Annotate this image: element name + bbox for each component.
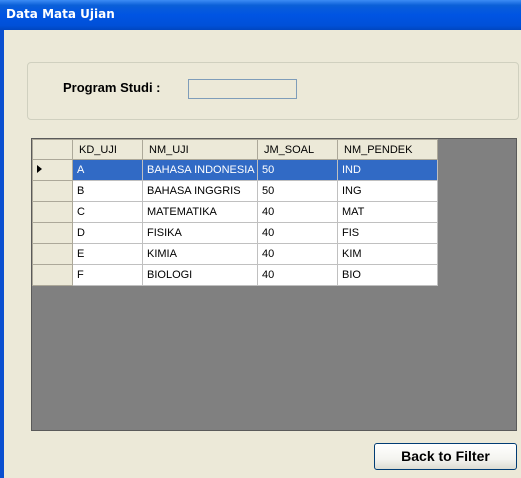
row-selector[interactable] — [32, 180, 73, 202]
table-cell[interactable]: FISIKA — [142, 222, 258, 244]
table-cell[interactable]: KIM — [337, 243, 438, 265]
row-selector[interactable] — [32, 201, 73, 223]
column-header[interactable]: NM_PENDEK — [337, 139, 438, 160]
table-cell[interactable]: 40 — [257, 264, 338, 286]
table-cell[interactable]: E — [72, 243, 143, 265]
table-cell[interactable]: FIS — [337, 222, 438, 244]
row-selector[interactable] — [32, 264, 73, 286]
table-row[interactable]: E KIMIA 40 KIM — [32, 243, 438, 265]
table-cell[interactable]: C — [72, 201, 143, 223]
table-cell[interactable]: MAT — [337, 201, 438, 223]
table-cell[interactable]: BIO — [337, 264, 438, 286]
program-studi-label: Program Studi : — [63, 80, 161, 95]
table-cell[interactable]: BIOLOGI — [142, 264, 258, 286]
table-row[interactable]: C MATEMATIKA 40 MAT — [32, 201, 438, 223]
table-row[interactable]: D FISIKA 40 FIS — [32, 222, 438, 244]
table-cell[interactable]: F — [72, 264, 143, 286]
table-cell[interactable]: BAHASA INDONESIA — [142, 159, 258, 181]
table-cell[interactable]: MATEMATIKA — [142, 201, 258, 223]
table-cell[interactable]: B — [72, 180, 143, 202]
table-cell[interactable]: KIMIA — [142, 243, 258, 265]
title-bar[interactable]: Data Mata Ujian — [0, 0, 521, 30]
column-header[interactable]: NM_UJI — [142, 139, 258, 160]
table-row[interactable]: F BIOLOGI 40 BIO — [32, 264, 438, 286]
row-selector[interactable] — [32, 243, 73, 265]
column-header[interactable]: JM_SOAL — [257, 139, 338, 160]
table-cell[interactable]: 50 — [257, 180, 338, 202]
table-cell[interactable]: 40 — [257, 243, 338, 265]
row-selector[interactable] — [32, 159, 73, 181]
column-header[interactable]: KD_UJI — [72, 139, 143, 160]
current-row-arrow-icon — [37, 165, 42, 173]
table-cell[interactable]: D — [72, 222, 143, 244]
data-grid[interactable]: KD_UJI NM_UJI JM_SOAL NM_PENDEK A BAHASA… — [31, 138, 517, 431]
row-header-corner — [32, 139, 73, 160]
window-left-border — [0, 30, 4, 478]
back-to-filter-button[interactable]: Back to Filter — [374, 443, 517, 470]
header-row: KD_UJI NM_UJI JM_SOAL NM_PENDEK — [32, 139, 438, 160]
window: Data Mata Ujian Program Studi : KD_UJI N… — [0, 0, 521, 478]
data-table: KD_UJI NM_UJI JM_SOAL NM_PENDEK A BAHASA… — [32, 139, 438, 286]
table-cell[interactable]: A — [72, 159, 143, 181]
table-cell[interactable]: IND — [337, 159, 438, 181]
row-selector[interactable] — [32, 222, 73, 244]
table-cell[interactable]: 40 — [257, 222, 338, 244]
table-row[interactable]: B BAHASA INGGRIS 50 ING — [32, 180, 438, 202]
table-cell[interactable]: ING — [337, 180, 438, 202]
window-title: Data Mata Ujian — [6, 7, 115, 21]
table-cell[interactable]: 40 — [257, 201, 338, 223]
table-row[interactable]: A BAHASA INDONESIA 50 IND — [32, 159, 438, 181]
table-cell[interactable]: 50 — [257, 159, 338, 181]
program-studi-input[interactable] — [188, 79, 297, 99]
table-cell[interactable]: BAHASA INGGRIS — [142, 180, 258, 202]
